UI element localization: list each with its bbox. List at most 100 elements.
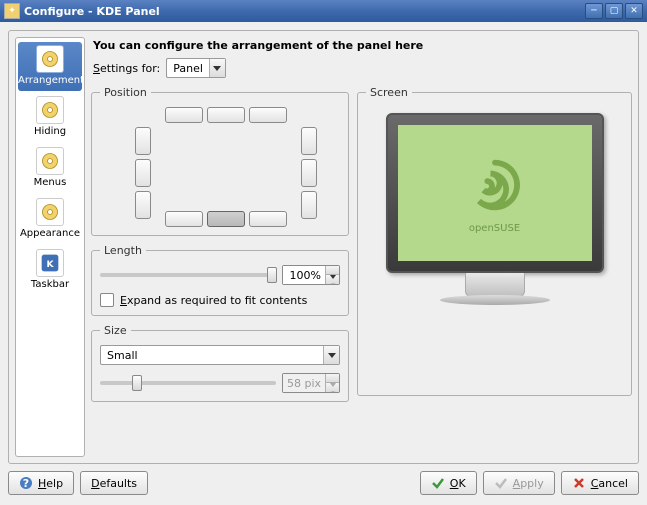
cancel-icon [572,476,586,490]
window-body: Arrangement Hiding Menus Appearance [0,22,647,505]
sidebar: Arrangement Hiding Menus Appearance [15,37,85,457]
position-top-center[interactable] [207,107,245,123]
position-bottom-right[interactable] [249,211,287,227]
spin-down-button [326,383,339,392]
position-left-top[interactable] [135,127,151,155]
settings-for-combo[interactable]: Panel [166,58,226,78]
size-pixels-spinbox [282,373,340,393]
length-legend: Length [100,244,146,257]
sidebar-item-label: Arrangement [18,75,82,86]
svg-text:?: ? [23,477,29,490]
expand-row: Expand as required to fit contents [100,293,340,307]
slider-thumb[interactable] [267,267,277,283]
sidebar-item-label: Menus [18,177,82,188]
gear-icon [36,147,64,175]
position-left-middle[interactable] [135,159,151,187]
position-grid [105,107,335,227]
defaults-label: Defaults [91,477,137,490]
size-slider-row [100,373,340,393]
left-column: Position [91,86,349,457]
sidebar-item-label: Taskbar [18,279,82,290]
spin-buttons [325,266,339,284]
size-group: Size Small [91,324,349,402]
sidebar-item-menus[interactable]: Menus [18,144,82,193]
gear-icon [36,198,64,226]
columns: Position [91,86,632,457]
help-label: Help [38,477,63,490]
right-column: Screen openSUSE [357,86,632,457]
checkmark-icon [494,476,508,490]
monitor-base [440,295,550,305]
sidebar-item-label: Appearance [18,228,82,239]
brand-text: openSUSE [469,223,520,234]
settings-for-row: Settings for: Panel [93,58,632,78]
sidebar-item-taskbar[interactable]: K Taskbar [18,246,82,295]
position-top-left[interactable] [165,107,203,123]
cancel-button[interactable]: Cancel [561,471,639,495]
expand-checkbox[interactable] [100,293,114,307]
kde-icon: K [36,249,64,277]
apply-label: Apply [513,477,544,490]
length-row [100,265,340,285]
settings-for-value: Panel [167,62,209,75]
position-bottom-center[interactable] [207,211,245,227]
size-combo[interactable]: Small [100,345,340,365]
monitor-stand [465,273,525,297]
main-frame: Arrangement Hiding Menus Appearance [8,30,639,464]
slider-thumb[interactable] [132,375,142,391]
screen-legend: Screen [366,86,412,99]
help-button[interactable]: ? Help [8,471,74,495]
size-slider[interactable] [100,381,276,385]
settings-for-label: Settings for: [93,62,160,75]
chevron-down-icon [323,346,339,364]
position-bottom-left[interactable] [165,211,203,227]
opensuse-logo-icon [463,153,527,217]
monitor-screen: openSUSE [398,125,592,261]
position-legend: Position [100,86,151,99]
sidebar-item-hiding[interactable]: Hiding [18,93,82,142]
spin-up-button [326,374,339,383]
sidebar-item-arrangement[interactable]: Arrangement [18,42,82,91]
content-area: You can configure the arrangement of the… [91,37,632,457]
length-value-input[interactable] [283,266,325,284]
minimize-button[interactable]: ─ [585,3,603,19]
apply-button: Apply [483,471,555,495]
cancel-label: Cancel [591,477,628,490]
help-icon: ? [19,476,33,490]
monitor-frame: openSUSE [386,113,604,273]
button-bar: ? Help Defaults OK Apply Cancel [8,469,639,497]
gear-icon [36,96,64,124]
length-slider[interactable] [100,273,276,277]
chevron-down-icon [209,59,225,77]
window-title: Configure - KDE Panel [24,5,583,18]
length-spinbox[interactable] [282,265,340,285]
sidebar-item-label: Hiding [18,126,82,137]
size-pixels-input [283,374,325,392]
sidebar-item-appearance[interactable]: Appearance [18,195,82,244]
svg-text:K: K [46,259,54,270]
screen-group: Screen openSUSE [357,86,632,396]
gear-icon [36,45,64,73]
monitor-preview: openSUSE [366,113,623,305]
position-left-bottom[interactable] [135,191,151,219]
position-right-middle[interactable] [301,159,317,187]
app-icon: ✦ [4,3,20,19]
maximize-button[interactable]: ▢ [605,3,623,19]
close-button[interactable]: ✕ [625,3,643,19]
position-right-top[interactable] [301,127,317,155]
size-value: Small [101,349,323,362]
length-group: Length [91,244,349,316]
ok-label: OK [450,477,466,490]
spin-up-button[interactable] [326,266,339,275]
spin-buttons [325,374,339,392]
checkmark-icon [431,476,445,490]
position-top-right[interactable] [249,107,287,123]
titlebar: ✦ Configure - KDE Panel ─ ▢ ✕ [0,0,647,22]
expand-label: Expand as required to fit contents [120,294,307,307]
page-intro: You can configure the arrangement of the… [93,39,632,52]
spin-down-button[interactable] [326,275,339,284]
defaults-button[interactable]: Defaults [80,471,148,495]
position-right-bottom[interactable] [301,191,317,219]
ok-button[interactable]: OK [420,471,477,495]
size-legend: Size [100,324,131,337]
